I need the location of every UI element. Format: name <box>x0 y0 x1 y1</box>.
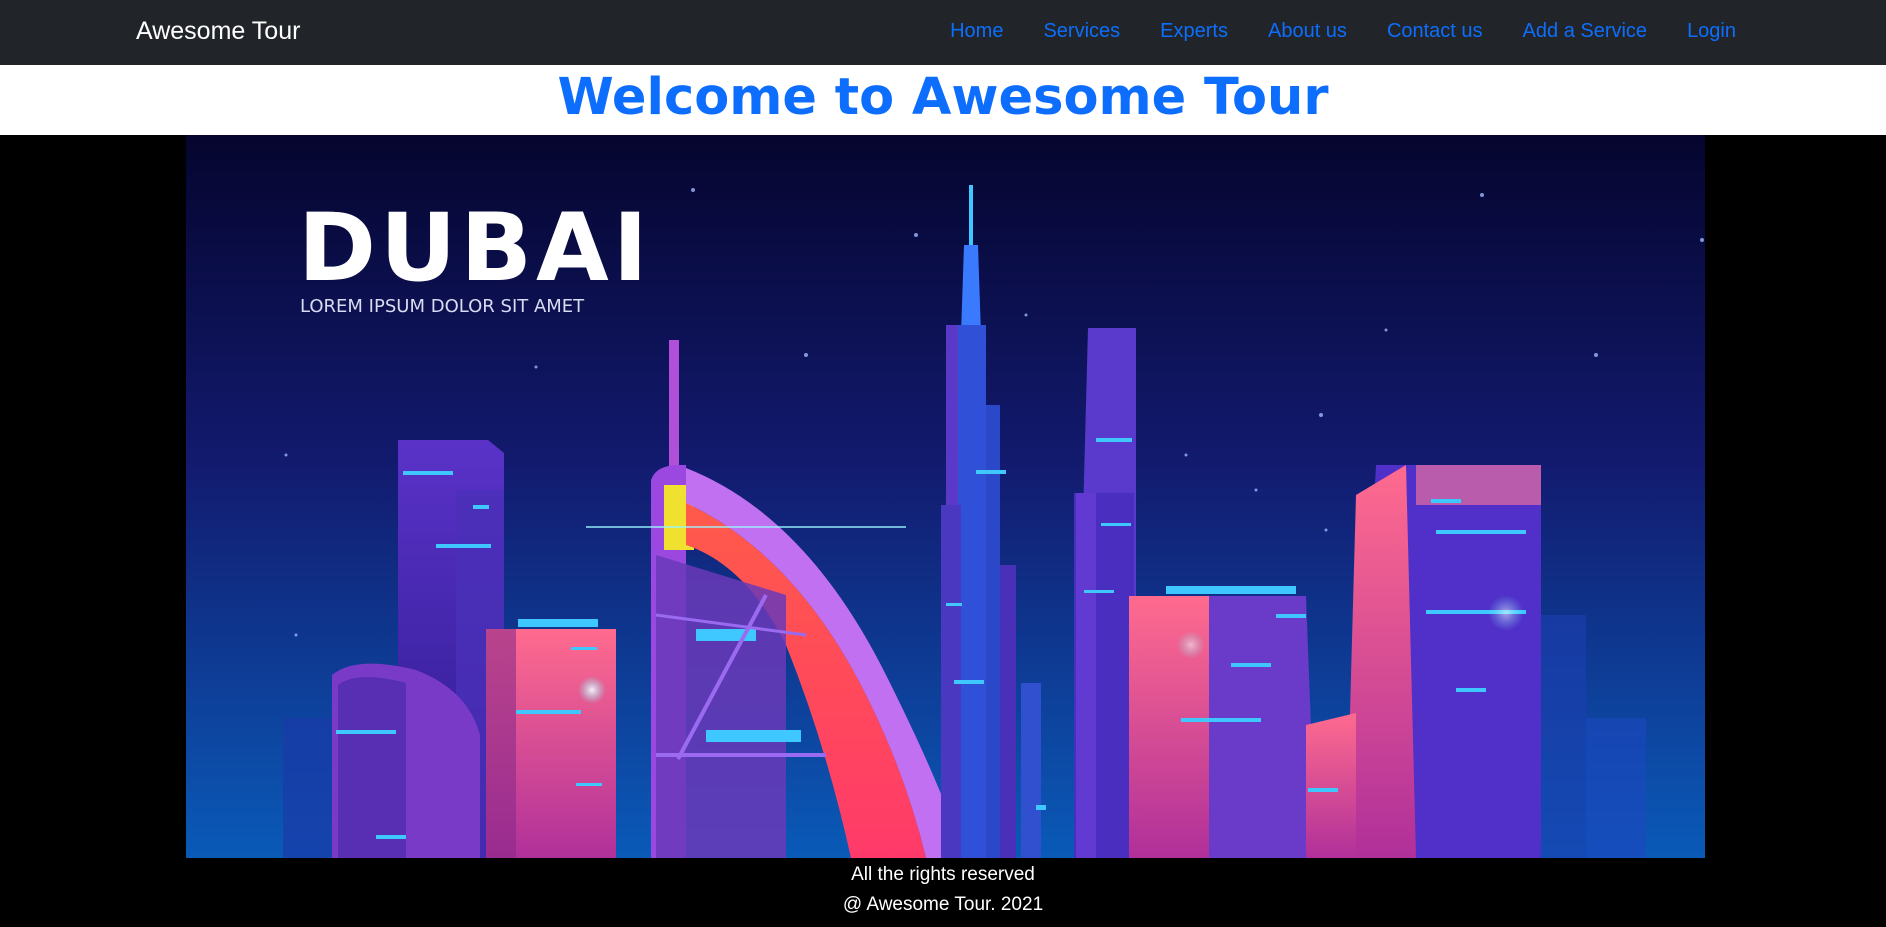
banner-title: DUBAI <box>298 194 652 303</box>
footer: All the rights reserved @ Awesome Tour. … <box>0 858 1886 927</box>
dubai-banner-image: DUBAI LOREM IPSUM DOLOR SIT AMET <box>186 135 1705 858</box>
nav-link-login[interactable]: Login <box>1687 19 1736 43</box>
footer-rights-text: All the rights reserved <box>851 864 1035 885</box>
nav-link-add-service[interactable]: Add a Service <box>1523 19 1648 43</box>
page-title: Welcome to Awesome Tour <box>557 68 1329 127</box>
banner-subtitle: LOREM IPSUM DOLOR SIT AMET <box>300 296 585 317</box>
top-navbar: Awesome Tour Home Services Experts About… <box>0 0 1886 65</box>
nav-link-experts[interactable]: Experts <box>1160 19 1228 43</box>
nav-links: Home Services Experts About us Contact u… <box>950 19 1736 43</box>
brand-link[interactable]: Awesome Tour <box>136 16 300 46</box>
nav-link-services[interactable]: Services <box>1043 19 1120 43</box>
nav-link-about-us[interactable]: About us <box>1268 19 1347 43</box>
welcome-section: Welcome to Awesome Tour <box>0 65 1886 135</box>
nav-link-contact-us[interactable]: Contact us <box>1387 19 1483 43</box>
footer-copyright-text: @ Awesome Tour. 2021 <box>842 894 1044 915</box>
banner-section: DUBAI LOREM IPSUM DOLOR SIT AMET <box>0 135 1886 858</box>
nav-link-home[interactable]: Home <box>950 19 1003 43</box>
